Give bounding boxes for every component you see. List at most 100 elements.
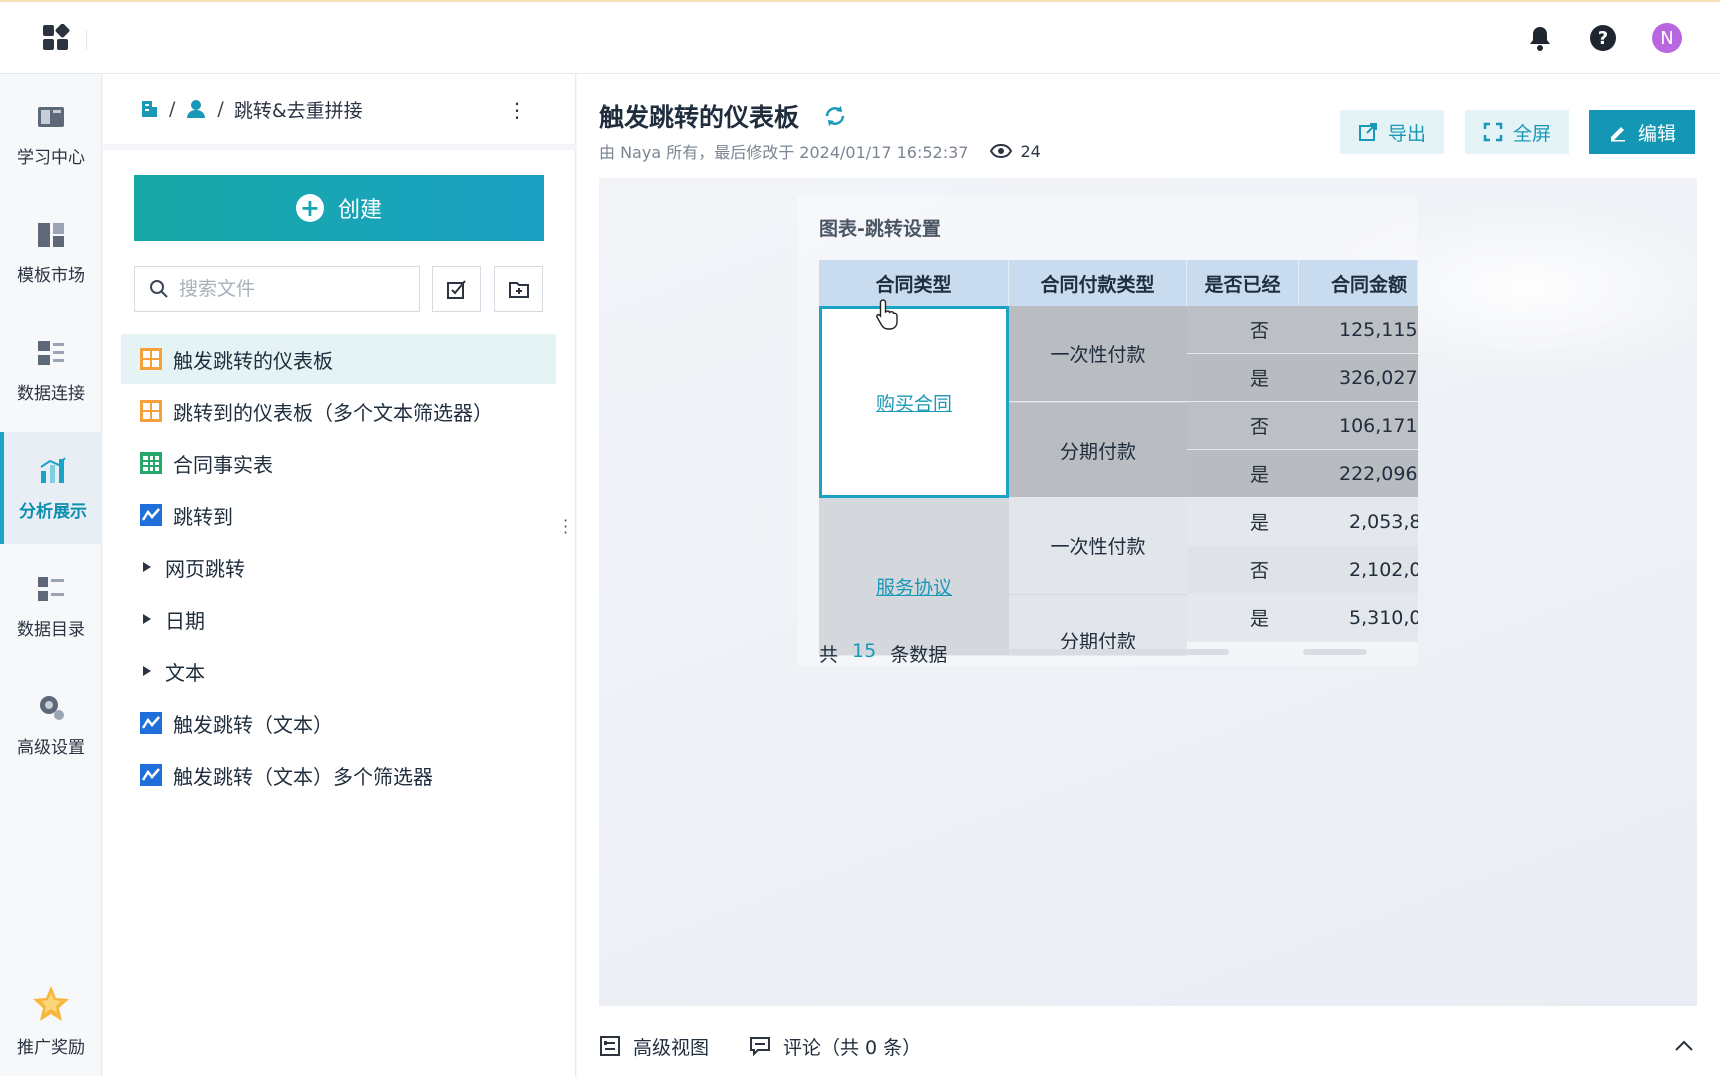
file-panel: / / 跳转&去重拼接 ⋮ + 创建 触发跳转的仪表板 跳转到的仪表板（多个文本… <box>103 74 576 1076</box>
svg-text:?: ? <box>1598 28 1608 49</box>
table-cell-amount: 222,096,0 <box>1299 450 1418 498</box>
tree-item-folder[interactable]: 网页跳转 <box>121 542 556 592</box>
advanced-view-label: 高级视图 <box>633 1036 710 1059</box>
user-avatar[interactable]: N <box>1651 22 1683 54</box>
more-options-icon[interactable]: ⋮ <box>507 98 527 122</box>
comments-button[interactable]: 评论（共 0 条） <box>749 1033 921 1060</box>
analysis-chart-icon <box>40 456 66 483</box>
edit-button[interactable]: 编辑 <box>1589 110 1695 154</box>
user-folder-icon[interactable] <box>185 99 207 119</box>
dashboard-main: 触发跳转的仪表板 由 Naya 所有，最后修改于 2024/01/17 16:5… <box>577 74 1720 1076</box>
export-icon <box>1358 123 1377 141</box>
line-chart-icon <box>140 712 162 734</box>
nav-data-connection[interactable]: 数据连接 <box>0 314 102 426</box>
create-button[interactable]: + 创建 <box>134 175 544 241</box>
grid-logo-icon[interactable] <box>42 24 70 52</box>
checkbox-edit-icon <box>446 280 466 299</box>
help-icon[interactable]: ? <box>1587 22 1619 54</box>
left-nav: 学习中心 模板市场 数据连接 分析展示 数据目录 高级设置 推广奖励 <box>0 74 102 1076</box>
tree-item-label: 跳转到的仪表板（多个文本筛选器） <box>173 400 493 425</box>
nav-data-catalog[interactable]: 数据目录 <box>0 550 102 662</box>
building-icon[interactable] <box>139 99 159 119</box>
table-cell-amount: 326,027,0 <box>1299 354 1418 402</box>
tree-item-label: 跳转到 <box>173 504 233 529</box>
contract-type-link[interactable]: 购买合同 <box>876 389 952 416</box>
view-count-value: 24 <box>1020 141 1041 161</box>
table-header: 合同类型 合同付款类型 是否已经 合同金额 <box>819 260 1418 306</box>
breadcrumb-current[interactable]: 跳转&去重拼接 <box>234 96 363 123</box>
column-header[interactable]: 合同付款类型 <box>1009 260 1187 306</box>
dashboard-icon <box>140 348 162 370</box>
tree-item-chart[interactable]: 触发跳转（文本） <box>121 698 556 748</box>
tree-item-folder[interactable]: 日期 <box>121 594 556 644</box>
new-folder-button[interactable] <box>494 266 543 312</box>
breadcrumb-separator: / <box>217 98 224 120</box>
advanced-view-icon <box>600 1036 620 1056</box>
nav-template-market[interactable]: 模板市场 <box>0 196 102 308</box>
edit-label: 编辑 <box>1637 122 1676 145</box>
table-cell-status: 否 <box>1187 402 1299 450</box>
record-count-prefix: 共 <box>819 644 839 666</box>
create-label: 创建 <box>337 198 382 223</box>
tree-item-chart[interactable]: 跳转到 <box>121 490 556 540</box>
caret-right-icon[interactable] <box>139 561 155 573</box>
advanced-view-button[interactable]: 高级视图 <box>599 1033 709 1060</box>
fullscreen-icon <box>1483 122 1503 142</box>
breadcrumb: / / 跳转&去重拼接 <box>103 74 576 150</box>
comment-icon <box>750 1037 771 1057</box>
table-cell-payment-type: 分期付款 <box>1009 402 1187 498</box>
column-header[interactable]: 合同类型 <box>819 260 1009 306</box>
table-cell-amount: 106,171,0 <box>1299 402 1418 450</box>
horizontal-scrollbar[interactable] <box>1303 649 1367 655</box>
table-cell-payment-type: 一次性付款 <box>1009 306 1187 402</box>
tree-item-folder[interactable]: 文本 <box>121 646 556 696</box>
comments-label: 评论（共 0 条） <box>783 1036 922 1059</box>
nav-analysis[interactable]: 分析展示 <box>0 432 102 544</box>
dashboard-title: 触发跳转的仪表板 <box>599 103 800 132</box>
nav-label: 高级设置 <box>17 737 85 758</box>
edit-pencil-icon <box>1610 127 1625 142</box>
caret-right-icon[interactable] <box>139 665 155 677</box>
contract-type-link[interactable]: 服务协议 <box>876 573 952 600</box>
table-cell-amount: 125,115,0 <box>1299 306 1418 354</box>
nav-label: 推广奖励 <box>17 1037 85 1058</box>
breadcrumb-separator: / <box>169 98 176 120</box>
tree-item-label: 网页跳转 <box>165 556 245 581</box>
horizontal-scrollbar[interactable] <box>1009 649 1229 655</box>
bell-icon[interactable] <box>1524 22 1556 54</box>
pivot-table: 合同类型 合同付款类型 是否已经 合同金额 购买合同 一次性付款 分期付款 否 … <box>819 260 1418 656</box>
nav-label: 数据目录 <box>17 619 85 640</box>
tree-item-chart[interactable]: 触发跳转（文本）多个筛选器 <box>121 750 556 800</box>
nav-learning-center[interactable]: 学习中心 <box>0 78 102 190</box>
table-cell-payment-type: 一次性付款 <box>1009 498 1187 594</box>
search-input[interactable] <box>179 278 409 300</box>
table-cell-payment-type: 分期付款 <box>1009 594 1187 656</box>
table-cell-status: 是 <box>1187 354 1299 402</box>
batch-select-button[interactable] <box>432 266 481 312</box>
dashboard-meta: 由 Naya 所有，最后修改于 2024/01/17 16:52:37 24 <box>599 139 1041 163</box>
panel-resize-handle[interactable]: · · · <box>563 513 568 541</box>
fullscreen-button[interactable]: 全屏 <box>1465 110 1569 154</box>
tree-item-dashboard[interactable]: 触发跳转的仪表板 <box>121 334 556 384</box>
nav-advanced-settings[interactable]: 高级设置 <box>0 668 102 780</box>
refresh-icon[interactable] <box>823 104 847 128</box>
nav-promo-reward[interactable]: 推广奖励 <box>0 964 102 1076</box>
eye-icon <box>990 144 1013 158</box>
data-catalog-icon <box>38 576 64 601</box>
column-header[interactable]: 合同金额 <box>1299 260 1418 306</box>
table-cell-contract-type[interactable]: 购买合同 <box>819 306 1009 498</box>
caret-right-icon[interactable] <box>139 613 155 625</box>
tree-item-dashboard[interactable]: 跳转到的仪表板（多个文本筛选器） <box>121 386 556 436</box>
record-count: 共 15 条数据 <box>819 640 947 667</box>
hand-cursor-icon <box>876 299 898 330</box>
tree-item-table[interactable]: 合同事实表 <box>121 438 556 488</box>
data-connection-icon <box>38 340 64 365</box>
table-cell-contract-type[interactable]: 服务协议 <box>819 498 1009 656</box>
chevron-up-icon[interactable] <box>1674 1040 1694 1052</box>
table-cell-status: 否 <box>1187 546 1299 594</box>
nav-label: 分析展示 <box>19 501 87 522</box>
export-button[interactable]: 导出 <box>1340 110 1444 154</box>
plus-icon: + <box>295 194 324 222</box>
column-header[interactable]: 是否已经 <box>1187 260 1299 306</box>
dashboard-title-row: 触发跳转的仪表板 <box>599 98 847 134</box>
